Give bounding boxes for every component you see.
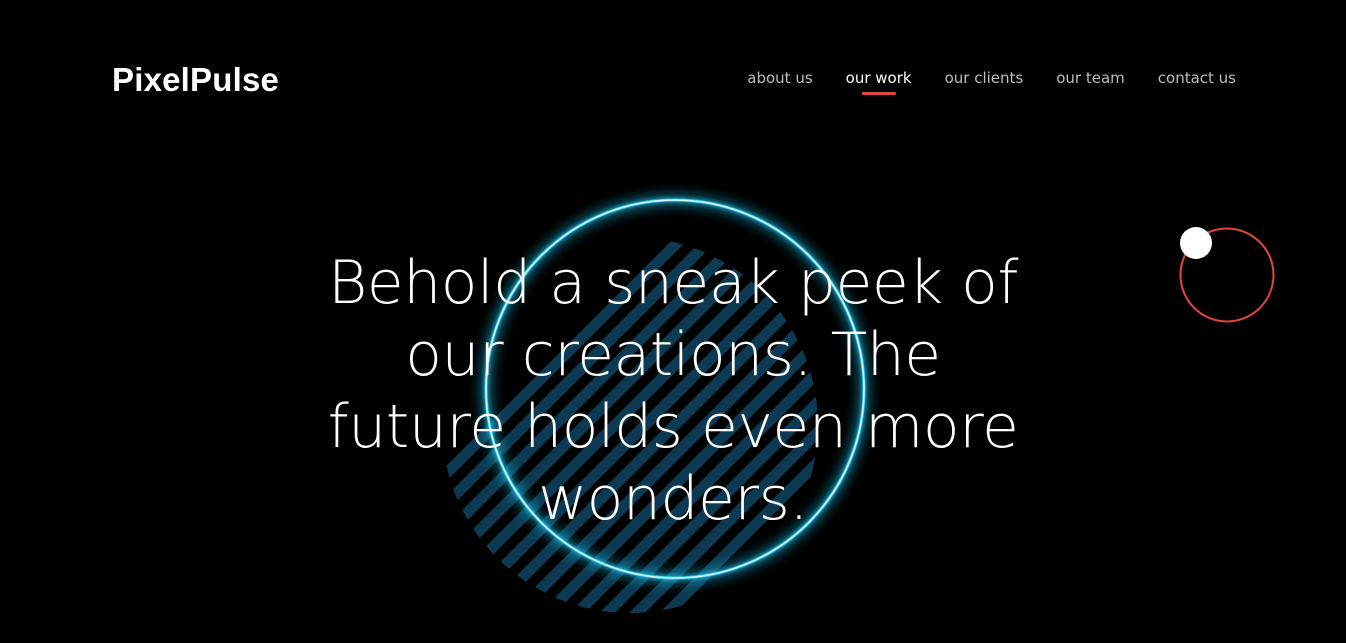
main-nav: about us our work our clients our team c… <box>747 67 1236 95</box>
nav-item-our-team[interactable]: our team <box>1056 67 1125 89</box>
nav-item-about-us[interactable]: about us <box>747 67 812 89</box>
nav-item-label: our clients <box>944 69 1024 87</box>
hero-headline: Behold a sneak peek of our creations. Th… <box>327 248 1019 534</box>
nav-item-label: our team <box>1056 69 1125 87</box>
active-nav-indicator <box>861 92 896 95</box>
nav-item-contact-us[interactable]: contact us <box>1158 67 1236 89</box>
nav-item-label: about us <box>747 69 813 87</box>
nav-item-our-clients[interactable]: our clients <box>945 67 1024 89</box>
nav-item-label: our work <box>845 69 912 87</box>
brand-logo[interactable]: PixelPulse <box>112 58 279 102</box>
nav-item-label: contact us <box>1157 69 1236 87</box>
orbit-dot <box>1180 227 1212 259</box>
orbit-ring-icon <box>1179 227 1275 323</box>
nav-item-our-work[interactable]: our work <box>845 67 912 95</box>
